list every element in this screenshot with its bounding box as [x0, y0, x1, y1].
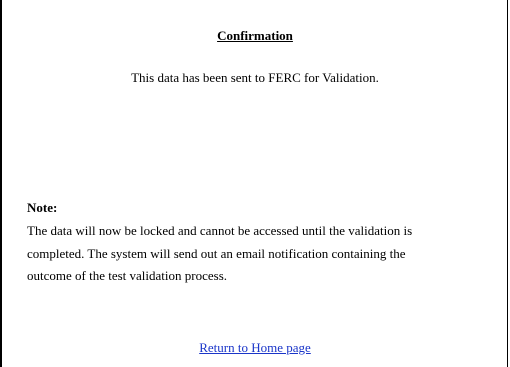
note-line: outcome of the test validation process. [27, 268, 228, 283]
note-body: The data will now be locked and cannot b… [27, 220, 502, 288]
note-line: completed. The system will send out an e… [27, 245, 406, 261]
note-heading: Note: [27, 200, 58, 215]
page-frame [0, 0, 508, 367]
confirmation-message: This data has been sent to FERC for Vali… [131, 70, 379, 85]
page-title: Confirmation [217, 28, 293, 43]
note-line: The data will now be locked and cannot b… [27, 223, 413, 238]
return-home-link[interactable]: Return to Home page [199, 340, 311, 355]
home-link-container: Return to Home page [0, 340, 510, 356]
